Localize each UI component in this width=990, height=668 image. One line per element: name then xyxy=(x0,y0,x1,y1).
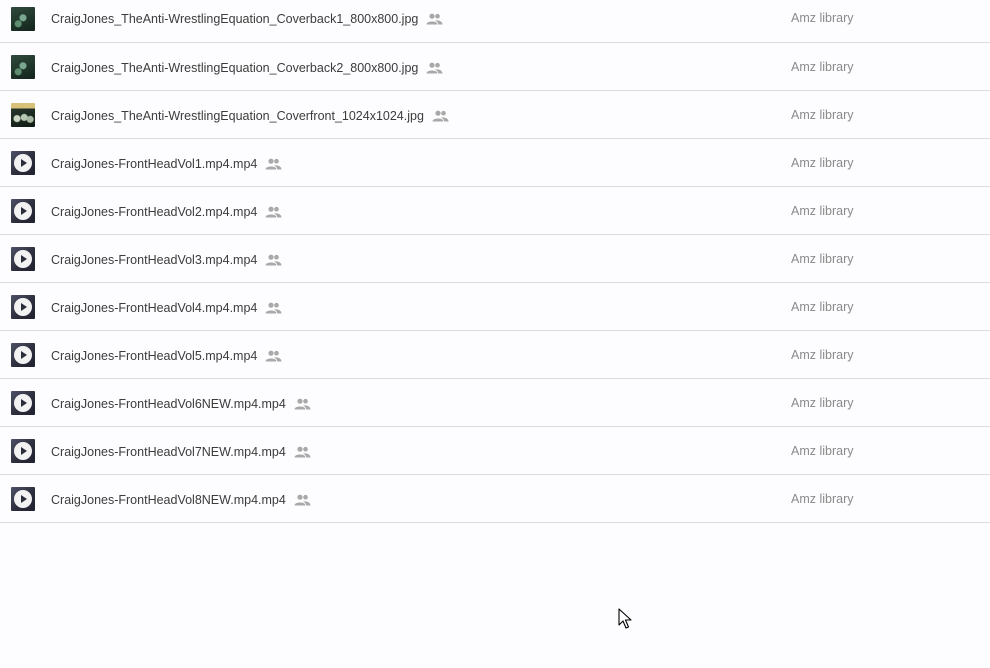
file-name[interactable]: CraigJones-FrontHeadVol3.mp4.mp4 xyxy=(51,253,257,267)
file-name-wrap: CraigJones-FrontHeadVol7NEW.mp4.mp4 xyxy=(51,442,311,462)
file-name[interactable]: CraigJones-FrontHeadVol8NEW.mp4.mp4 xyxy=(51,493,286,507)
people-icon xyxy=(265,302,282,314)
file-name-wrap: CraigJones-FrontHeadVol1.mp4.mp4 xyxy=(51,154,282,174)
file-row[interactable]: CraigJones-FrontHeadVol5.mp4.mp4 Amz lib… xyxy=(0,331,990,379)
file-name-wrap: CraigJones-FrontHeadVol4.mp4.mp4 xyxy=(51,298,282,318)
owner-label: Amz library xyxy=(791,11,854,25)
video-thumbnail xyxy=(11,295,35,319)
file-row[interactable]: CraigJones_TheAnti-WrestlingEquation_Cov… xyxy=(0,43,990,91)
file-name[interactable]: CraigJones-FrontHeadVol1.mp4.mp4 xyxy=(51,157,257,171)
file-name-wrap: CraigJones_TheAnti-WrestlingEquation_Cov… xyxy=(51,106,449,126)
file-name-wrap: CraigJones_TheAnti-WrestlingEquation_Cov… xyxy=(51,58,443,78)
file-name[interactable]: CraigJones-FrontHeadVol5.mp4.mp4 xyxy=(51,349,257,363)
play-icon xyxy=(14,346,32,364)
play-icon xyxy=(14,394,32,412)
owner-label: Amz library xyxy=(791,492,854,506)
image-thumbnail xyxy=(11,55,35,79)
file-name[interactable]: CraigJones-FrontHeadVol7NEW.mp4.mp4 xyxy=(51,445,286,459)
file-row[interactable]: CraigJones-FrontHeadVol4.mp4.mp4 Amz lib… xyxy=(0,283,990,331)
file-row[interactable]: CraigJones-FrontHeadVol3.mp4.mp4 Amz lib… xyxy=(0,235,990,283)
file-row[interactable]: CraigJones-FrontHeadVol6NEW.mp4.mp4 Amz … xyxy=(0,379,990,427)
file-row[interactable]: CraigJones-FrontHeadVol1.mp4.mp4 Amz lib… xyxy=(0,139,990,187)
owner-label: Amz library xyxy=(791,300,854,314)
owner-label: Amz library xyxy=(791,60,854,74)
video-thumbnail xyxy=(11,343,35,367)
play-icon xyxy=(14,154,32,172)
file-row[interactable]: CraigJones_TheAnti-WrestlingEquation_Cov… xyxy=(0,0,990,43)
owner-label: Amz library xyxy=(791,204,854,218)
play-icon xyxy=(14,202,32,220)
video-thumbnail xyxy=(11,199,35,223)
play-icon xyxy=(14,490,32,508)
file-row[interactable]: CraigJones-FrontHeadVol2.mp4.mp4 Amz lib… xyxy=(0,187,990,235)
owner-label: Amz library xyxy=(791,444,854,458)
video-thumbnail xyxy=(11,391,35,415)
people-icon xyxy=(426,62,443,74)
play-icon xyxy=(14,442,32,460)
file-name-wrap: CraigJones_TheAnti-WrestlingEquation_Cov… xyxy=(51,9,443,29)
file-name[interactable]: CraigJones-FrontHeadVol2.mp4.mp4 xyxy=(51,205,257,219)
file-name[interactable]: CraigJones_TheAnti-WrestlingEquation_Cov… xyxy=(51,12,418,26)
video-thumbnail xyxy=(11,247,35,271)
image-thumbnail xyxy=(11,7,35,31)
people-icon xyxy=(432,110,449,122)
play-icon xyxy=(14,298,32,316)
file-name[interactable]: CraigJones-FrontHeadVol6NEW.mp4.mp4 xyxy=(51,397,286,411)
people-icon xyxy=(265,206,282,218)
owner-label: Amz library xyxy=(791,156,854,170)
people-icon xyxy=(265,350,282,362)
file-name[interactable]: CraigJones_TheAnti-WrestlingEquation_Cov… xyxy=(51,61,418,75)
file-row[interactable]: CraigJones-FrontHeadVol7NEW.mp4.mp4 Amz … xyxy=(0,427,990,475)
video-thumbnail xyxy=(11,439,35,463)
people-icon xyxy=(265,254,282,266)
file-name-wrap: CraigJones-FrontHeadVol8NEW.mp4.mp4 xyxy=(51,490,311,510)
people-icon xyxy=(294,494,311,506)
people-icon xyxy=(426,13,443,25)
owner-label: Amz library xyxy=(791,252,854,266)
image-thumbnail xyxy=(11,103,35,127)
owner-label: Amz library xyxy=(791,348,854,362)
file-name[interactable]: CraigJones_TheAnti-WrestlingEquation_Cov… xyxy=(51,109,424,123)
file-row[interactable]: CraigJones-FrontHeadVol8NEW.mp4.mp4 Amz … xyxy=(0,475,990,523)
people-icon xyxy=(294,398,311,410)
file-name[interactable]: CraigJones-FrontHeadVol4.mp4.mp4 xyxy=(51,301,257,315)
mouse-cursor-icon xyxy=(618,608,632,629)
file-name-wrap: CraigJones-FrontHeadVol3.mp4.mp4 xyxy=(51,250,282,270)
owner-label: Amz library xyxy=(791,108,854,122)
file-list: CraigJones_TheAnti-WrestlingEquation_Cov… xyxy=(0,0,990,523)
file-row[interactable]: CraigJones_TheAnti-WrestlingEquation_Cov… xyxy=(0,91,990,139)
video-thumbnail xyxy=(11,151,35,175)
video-thumbnail xyxy=(11,487,35,511)
people-icon xyxy=(294,446,311,458)
file-name-wrap: CraigJones-FrontHeadVol2.mp4.mp4 xyxy=(51,202,282,222)
play-icon xyxy=(14,250,32,268)
owner-label: Amz library xyxy=(791,396,854,410)
people-icon xyxy=(265,158,282,170)
file-name-wrap: CraigJones-FrontHeadVol6NEW.mp4.mp4 xyxy=(51,394,311,414)
file-name-wrap: CraigJones-FrontHeadVol5.mp4.mp4 xyxy=(51,346,282,366)
